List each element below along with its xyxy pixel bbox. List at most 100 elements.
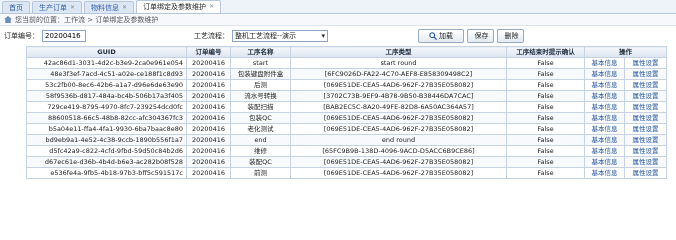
order-cell: 20200416: [186, 134, 231, 146]
confirm-cell: False: [506, 167, 585, 179]
attribute-settings-link[interactable]: 属性设置: [624, 112, 667, 124]
name-cell: 装配QC: [230, 156, 291, 168]
order-cell: 20200416: [186, 57, 231, 69]
attribute-settings-link[interactable]: 属性设置: [624, 167, 667, 179]
type-cell: [6FC9026D-FA22-4C70-AEF8-E858309498C2]: [290, 68, 507, 80]
col-name: 工序名称: [230, 46, 291, 58]
filter-bar: 订单编号： 工艺流程： 整机工艺流程--演示 ▾ 加载 保存 删除: [0, 26, 676, 46]
breadcrumb-text: 您当前的位置：工作流 > 订单绑定及参数维护: [15, 15, 159, 24]
guid-cell: 729ce419-8795-4970-8fc7-239254dcd0fc: [26, 101, 187, 113]
basic-info-link[interactable]: 基本信息: [584, 57, 625, 69]
order-cell: 20200416: [186, 112, 231, 124]
basic-info-link[interactable]: 基本信息: [584, 123, 625, 135]
order-cell: 20200416: [186, 101, 231, 113]
table-row[interactable]: d5fc42a9-c822-4cfd-9fbd-59d50c84b2d6 2020…: [26, 145, 667, 157]
tab-home[interactable]: 首页: [2, 1, 30, 13]
name-cell: 维修: [230, 145, 291, 157]
basic-info-link[interactable]: 基本信息: [584, 134, 625, 146]
attribute-settings-link[interactable]: 属性设置: [624, 123, 667, 135]
attribute-settings-link[interactable]: 属性设置: [624, 101, 667, 113]
order-cell: 20200416: [186, 90, 231, 102]
order-number-input[interactable]: [42, 30, 86, 42]
type-cell: [069E51DE-CEA5-4AD6-962F-27B35E058082]: [290, 79, 507, 91]
table-row[interactable]: bd9eb9a1-4e52-4c38-9ccb-1890b556f1a7 2020…: [26, 134, 667, 146]
table-row[interactable]: e536fe4a-9fb5-4b18-97b3-bff5c591517c 2020…: [26, 167, 667, 179]
type-cell: [3702C73B-9EF9-4B78-9B50-B38446DA7CAC]: [290, 90, 507, 102]
basic-info-link[interactable]: 基本信息: [584, 145, 625, 157]
guid-cell: d67ec61e-d36b-4b4d-b6e3-ac282b08f528: [26, 156, 187, 168]
table-row[interactable]: 42ac86d1-3031-4d2c-b3e9-2ca0e961e054 2020…: [26, 57, 667, 69]
attribute-settings-link[interactable]: 属性设置: [624, 57, 667, 69]
order-cell: 20200416: [186, 167, 231, 179]
confirm-cell: False: [506, 79, 585, 91]
table-row[interactable]: b5a04e11-ffa4-4fa1-9930-6ba7baac8e80 2020…: [26, 123, 667, 135]
guid-cell: 53c2fb00-8ec6-42b6-a1a7-d96e6de63e90: [26, 79, 187, 91]
save-button[interactable]: 保存: [467, 29, 494, 43]
type-cell: [65FC9B9B-138D-4096-9ACD-D5ACC6B9CE86]: [290, 145, 507, 157]
type-cell: start round: [290, 57, 507, 69]
tab-label: 生产订单: [39, 3, 67, 12]
confirm-cell: False: [506, 112, 585, 124]
add-label: 加载: [439, 32, 453, 40]
col-actions: 操作: [584, 46, 667, 58]
confirm-cell: False: [506, 68, 585, 80]
table-row[interactable]: 88600518-66c5-48b8-82cc-afc304367fc3 2020…: [26, 112, 667, 124]
table-row[interactable]: 58f9536b-d817-484a-bc4b-506b17a3f405 2020…: [26, 90, 667, 102]
confirm-cell: False: [506, 156, 585, 168]
order-cell: 20200416: [186, 123, 231, 135]
tab-label: 订单绑定及参数维护: [143, 3, 207, 11]
name-cell: start: [230, 57, 291, 69]
delete-button[interactable]: 删除: [497, 29, 524, 43]
col-guid: GUID: [26, 46, 187, 58]
confirm-cell: False: [506, 123, 585, 135]
tab-label: 首页: [9, 3, 23, 12]
attribute-settings-link[interactable]: 属性设置: [624, 90, 667, 102]
name-cell: 后测: [230, 79, 291, 91]
table-row[interactable]: d67ec61e-d36b-4b4d-b6e3-ac282b08f528 2020…: [26, 156, 667, 168]
basic-info-link[interactable]: 基本信息: [584, 156, 625, 168]
close-icon[interactable]: ✕: [70, 2, 75, 14]
process-select[interactable]: 整机工艺流程--演示 ▾: [232, 30, 328, 42]
table-body: 42ac86d1-3031-4d2c-b3e9-2ca0e961e054 2020…: [26, 57, 667, 179]
type-cell: [069E51DE-CEA5-4AD6-962F-27B35E058082]: [290, 167, 507, 179]
table-row[interactable]: 729ce419-8795-4970-8fc7-239254dcd0fc 2020…: [26, 101, 667, 113]
basic-info-link[interactable]: 基本信息: [584, 101, 625, 113]
guid-cell: 58f9536b-d817-484a-bc4b-506b17a3f405: [26, 90, 187, 102]
attribute-settings-link[interactable]: 属性设置: [624, 145, 667, 157]
attribute-settings-link[interactable]: 属性设置: [624, 79, 667, 91]
type-cell: end round: [290, 134, 507, 146]
basic-info-link[interactable]: 基本信息: [584, 112, 625, 124]
table-row[interactable]: 48e3f3ef-7acd-4c51-a02e-ce188f1c8d93 2020…: [26, 68, 667, 80]
basic-info-link[interactable]: 基本信息: [584, 167, 625, 179]
process-table: GUID 订单编号 工序名称 工序类型 工序结束时提示确认 操作 42ac86d…: [26, 46, 667, 179]
name-cell: 包装键盘附件盒: [230, 68, 291, 80]
basic-info-link[interactable]: 基本信息: [584, 79, 625, 91]
table-header-row: GUID 订单编号 工序名称 工序类型 工序结束时提示确认 操作: [26, 46, 667, 58]
tab-material-info[interactable]: 物料信息 ✕: [84, 1, 135, 14]
name-cell: 包装QC: [230, 112, 291, 124]
attribute-settings-link[interactable]: 属性设置: [624, 156, 667, 168]
basic-info-link[interactable]: 基本信息: [584, 68, 625, 80]
basic-info-link[interactable]: 基本信息: [584, 90, 625, 102]
close-icon[interactable]: ✕: [209, 1, 214, 13]
table-row[interactable]: 53c2fb00-8ec6-42b6-a1a7-d96e6de63e90 2020…: [26, 79, 667, 91]
attribute-settings-link[interactable]: 属性设置: [624, 134, 667, 146]
order-cell: 20200416: [186, 68, 231, 80]
process-value: 整机工艺流程--演示: [235, 32, 297, 40]
name-cell: 装配扫描: [230, 101, 291, 113]
col-type: 工序类型: [290, 46, 507, 58]
tab-order-binding[interactable]: 订单绑定及参数维护 ✕: [136, 0, 222, 13]
confirm-cell: False: [506, 57, 585, 69]
type-cell: [BAB2EC5C-8A20-49FE-82D8-6A50AC364A57]: [290, 101, 507, 113]
delete-label: 删除: [504, 32, 519, 40]
type-cell: [069E51DE-CEA5-4AD6-962F-27B35E058082]: [290, 112, 507, 124]
attribute-settings-link[interactable]: 属性设置: [624, 68, 667, 80]
guid-cell: 48e3f3ef-7acd-4c51-a02e-ce188f1c8d93: [26, 68, 187, 80]
add-button[interactable]: 加载: [418, 29, 464, 43]
order-cell: 20200416: [186, 156, 231, 168]
tab-production-order[interactable]: 生产订单 ✕: [32, 1, 83, 14]
order-cell: 20200416: [186, 145, 231, 157]
process-label: 工艺流程：: [194, 32, 229, 40]
guid-cell: 42ac86d1-3031-4d2c-b3e9-2ca0e961e054: [26, 57, 187, 69]
close-icon[interactable]: ✕: [122, 2, 127, 14]
